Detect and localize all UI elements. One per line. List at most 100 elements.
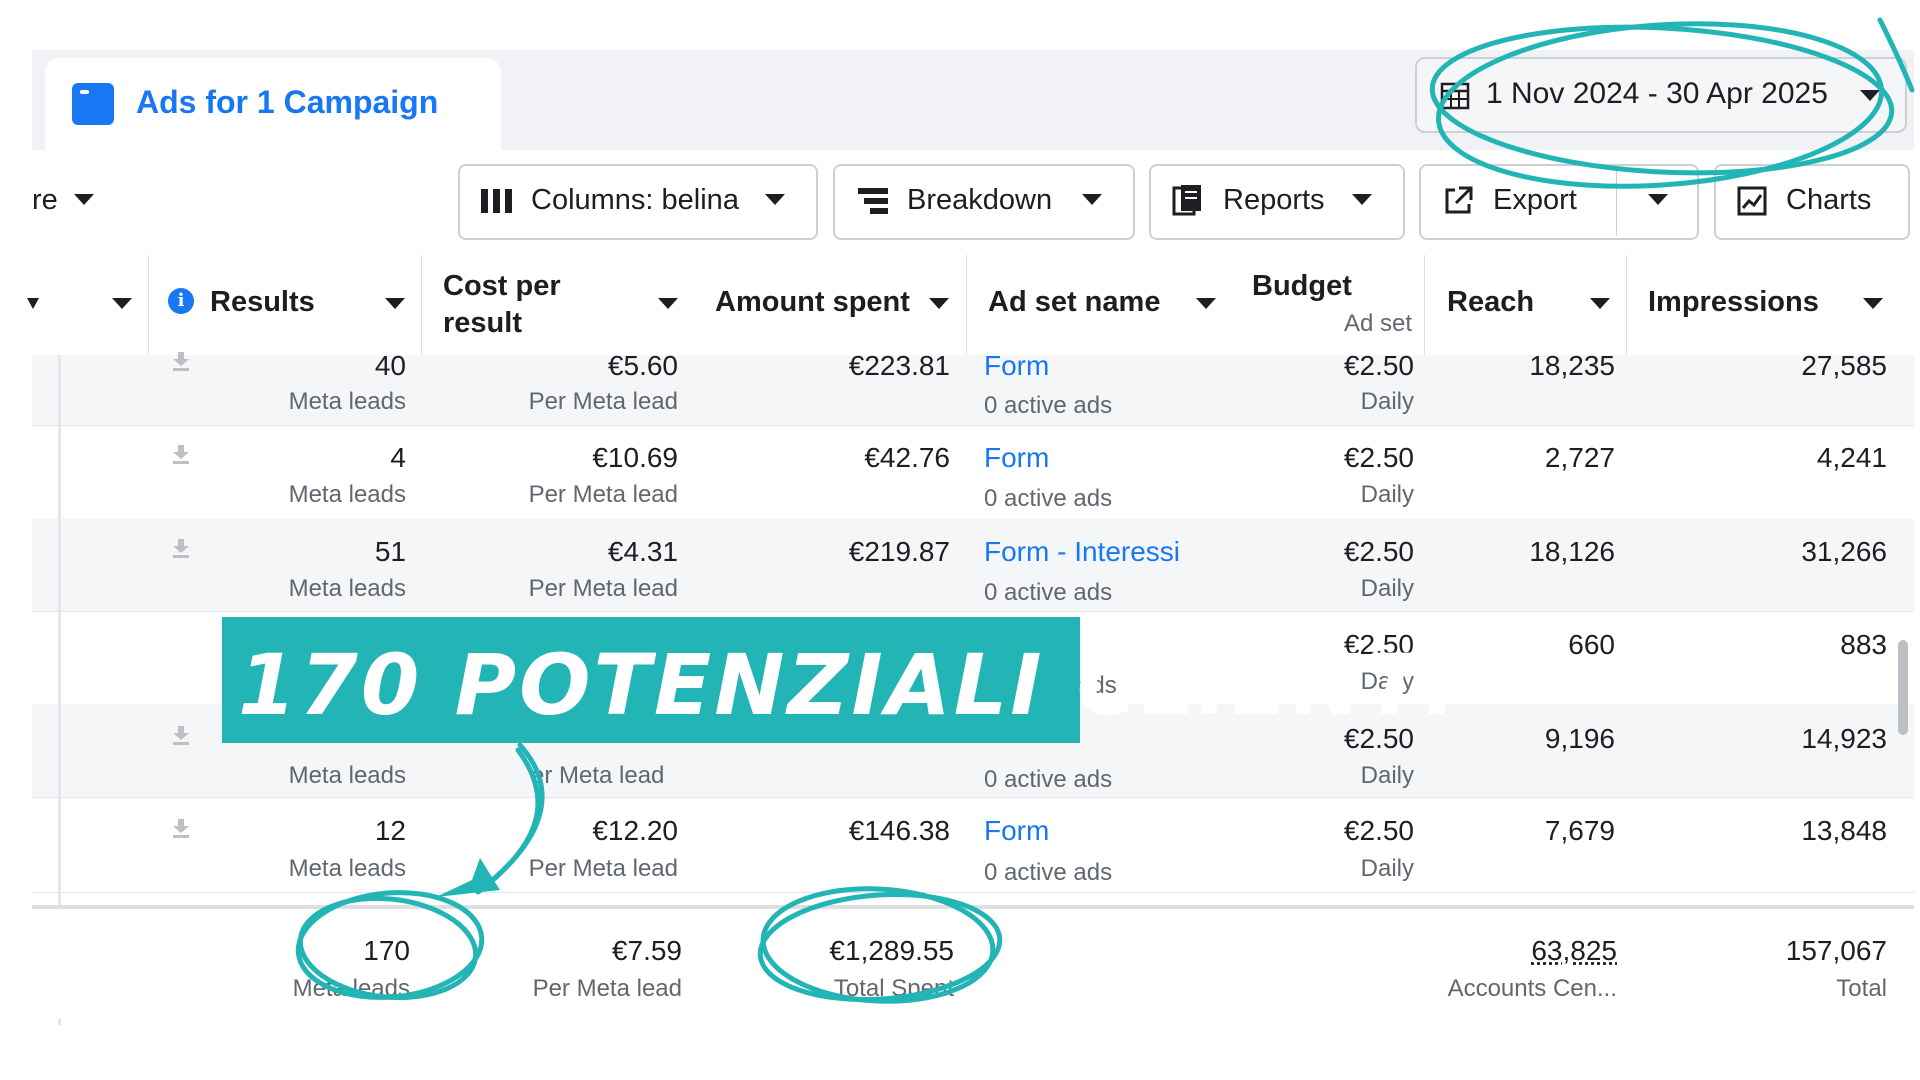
cell-results: 12 xyxy=(374,815,406,846)
cell-amount: €146.38 xyxy=(848,815,950,846)
breakdown-label: Breakdown xyxy=(907,184,1053,216)
cell-budget-sub: Daily xyxy=(1360,762,1414,789)
cell-cost: €4.31 xyxy=(607,536,678,567)
export-divider xyxy=(1616,166,1617,236)
cell-adset-link[interactable]: Form - Interessi xyxy=(984,536,1180,568)
header-budget[interactable]: Budget xyxy=(1252,270,1352,303)
column-divider xyxy=(1626,255,1627,355)
chevron-down-icon[interactable] xyxy=(27,298,39,309)
total-reach[interactable]: 63,825 xyxy=(1531,935,1617,967)
cell-impressions: 883 xyxy=(1840,629,1887,660)
cell-cost-sub: Per Meta lead xyxy=(528,575,678,602)
total-cost: €7.59 xyxy=(611,935,682,966)
cell-results-sub: Meta leads xyxy=(288,762,406,789)
chevron-down-icon[interactable] xyxy=(1590,298,1610,309)
total-impressions-sub: Total xyxy=(1836,975,1887,1002)
cell-budget: €2.50 xyxy=(1343,815,1414,846)
cell-budget: €2.50 xyxy=(1343,442,1414,473)
total-amount-sub: Total Spent xyxy=(833,975,954,1002)
chevron-down-icon[interactable] xyxy=(385,298,405,309)
charts-icon xyxy=(1737,186,1767,216)
cell-cost: €10.69 xyxy=(592,442,678,473)
header-reach[interactable]: Reach xyxy=(1447,286,1534,319)
cell-budget-sub: Daily xyxy=(1360,388,1414,415)
toolbar-cut-label: re xyxy=(32,184,58,216)
total-impressions: 157,067 xyxy=(1785,935,1887,966)
cell-amount: €219.87 xyxy=(848,536,950,567)
download-icon[interactable] xyxy=(170,350,192,372)
breakdown-icon xyxy=(858,188,888,214)
cell-amount: €223.81 xyxy=(848,350,950,381)
total-amount: €1,289.55 xyxy=(829,935,954,966)
cell-adset-sub: 0 active ads xyxy=(984,859,1113,886)
cell-adset-link[interactable]: Form xyxy=(984,350,1049,382)
cell-results-sub: Meta leads xyxy=(288,855,406,882)
column-divider xyxy=(148,255,149,355)
chevron-down-icon[interactable] xyxy=(1196,298,1216,309)
cell-adset-link[interactable]: Form xyxy=(984,442,1049,474)
tab-ads-label: Ads for 1 Campaign xyxy=(136,84,439,120)
cell-reach: 2,727 xyxy=(1544,442,1615,473)
columns-label: Columns: belina xyxy=(531,184,739,216)
cell-adset-sub: 0 active ads xyxy=(984,392,1113,419)
chevron-down-icon xyxy=(1352,194,1372,205)
cell-impressions: 4,241 xyxy=(1816,442,1887,473)
vertical-scrollbar[interactable] xyxy=(1898,640,1908,735)
chevron-down-icon[interactable] xyxy=(929,298,949,309)
cell-reach: 9,196 xyxy=(1544,723,1615,754)
cell-amount: €42.76 xyxy=(864,442,950,473)
ads-window-icon xyxy=(72,83,114,125)
cell-adset-sub: 0 active ads xyxy=(984,766,1113,793)
cell-budget-sub: Daily xyxy=(1360,575,1414,602)
download-icon[interactable] xyxy=(170,817,192,839)
chevron-down-icon[interactable] xyxy=(112,298,132,309)
header-cost-line1[interactable]: Cost per xyxy=(443,270,561,303)
column-divider xyxy=(966,255,967,355)
cell-results: 4 xyxy=(390,442,406,473)
download-icon[interactable] xyxy=(170,537,192,559)
cell-impressions: 14,923 xyxy=(1801,723,1887,754)
cell-cost: €5.60 xyxy=(607,350,678,381)
reports-icon xyxy=(1172,185,1201,216)
cell-results-sub: Meta leads xyxy=(288,575,406,602)
cell-cost-sub: Per Meta lead xyxy=(528,481,678,508)
cell-cost-sub: Per Meta lead xyxy=(528,388,678,415)
header-impressions[interactable]: Impressions xyxy=(1648,286,1819,319)
annotation-banner-text: 170 POTENZIALI CLIENTI xyxy=(238,636,1461,734)
cell-adset-sub: 0 active ads xyxy=(984,579,1113,606)
cell-results: 51 xyxy=(374,536,406,567)
cell-cost-sub: er Meta lead xyxy=(531,762,665,789)
calendar-icon xyxy=(1440,82,1470,110)
cell-results-sub: Meta leads xyxy=(288,481,406,508)
download-icon[interactable] xyxy=(170,724,192,746)
column-divider xyxy=(421,255,422,355)
column-divider xyxy=(1424,255,1425,355)
header-budget-sub: Ad set xyxy=(1344,310,1413,337)
cell-budget: €2.50 xyxy=(1343,536,1414,567)
total-results-sub: Meta leads xyxy=(292,975,410,1002)
chevron-down-icon[interactable] xyxy=(1863,298,1883,309)
cell-adset-sub: 0 active ads xyxy=(984,485,1113,512)
header-amount-spent[interactable]: Amount spent xyxy=(715,286,910,319)
chevron-down-icon[interactable] xyxy=(74,194,94,205)
export-label: Export xyxy=(1493,184,1577,216)
export-dropdown-icon[interactable] xyxy=(1648,194,1668,205)
cell-adset-link[interactable]: Form xyxy=(984,815,1049,847)
download-icon[interactable] xyxy=(170,443,192,465)
total-cost-sub: Per Meta lead xyxy=(532,975,682,1002)
charts-label: Charts xyxy=(1786,184,1872,216)
header-ad-set-name[interactable]: Ad set name xyxy=(988,286,1160,319)
cell-reach: 18,235 xyxy=(1529,350,1615,381)
chevron-down-icon[interactable] xyxy=(658,298,678,309)
cell-impressions: 13,848 xyxy=(1801,815,1887,846)
cell-results: 40 xyxy=(374,350,406,381)
cell-budget-sub: Daily xyxy=(1360,481,1414,508)
total-results: 170 xyxy=(363,935,410,966)
total-reach-sub: Accounts Cen... xyxy=(1447,975,1617,1002)
reports-label: Reports xyxy=(1223,184,1325,216)
header-cost-line2[interactable]: result xyxy=(443,307,522,340)
header-results[interactable]: Results xyxy=(210,286,315,319)
chevron-down-icon xyxy=(1860,90,1880,101)
chevron-down-icon xyxy=(1082,194,1102,205)
info-icon[interactable]: i xyxy=(168,288,194,314)
